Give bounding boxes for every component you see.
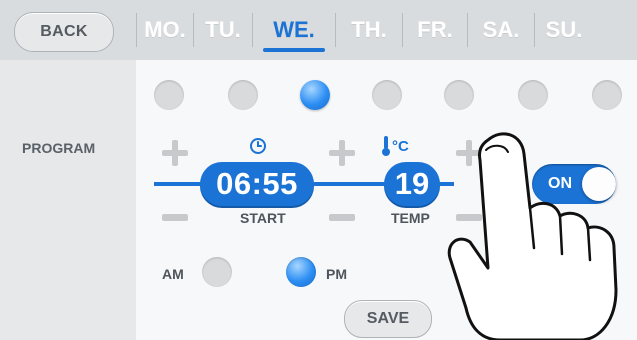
program-slot[interactable] — [228, 80, 258, 110]
program-slot[interactable] — [518, 80, 548, 110]
thermometer-icon — [382, 136, 390, 156]
program-slot[interactable] — [372, 80, 402, 110]
tab-su[interactable]: SU. — [535, 0, 593, 60]
start-hour-minus-button[interactable] — [162, 214, 188, 221]
start-minute-minus-button[interactable] — [329, 214, 355, 221]
temp-unit: °C — [392, 138, 409, 155]
temp-label: TEMP — [391, 210, 430, 226]
sidebar: PROGRAM — [0, 60, 136, 340]
start-hour-plus-button[interactable] — [162, 140, 188, 166]
tab-tu[interactable]: TU. — [194, 0, 252, 60]
pointing-hand-icon — [447, 132, 618, 340]
pm-label: PM — [326, 266, 347, 282]
program-slot[interactable] — [154, 80, 184, 110]
start-time-value[interactable]: 06:55 — [200, 162, 314, 206]
program-slot-selected[interactable] — [300, 80, 330, 110]
tab-sa[interactable]: SA. — [468, 0, 534, 60]
day-tabs: MO. TU. WE. TH. FR. SA. SU. — [136, 0, 637, 60]
save-button[interactable]: SAVE — [344, 300, 432, 338]
back-button[interactable]: BACK — [14, 12, 114, 52]
save-button-label: SAVE — [366, 310, 410, 327]
back-button-label: BACK — [40, 23, 88, 40]
tab-mo[interactable]: MO. — [137, 0, 193, 60]
start-label: START — [240, 210, 286, 226]
thermostat-schedule-screen: BACK MO. TU. WE. TH. FR. SA. SU. PROGRAM — [0, 0, 637, 340]
clock-icon — [250, 138, 266, 154]
tab-fr[interactable]: FR. — [403, 0, 467, 60]
top-bar: BACK MO. TU. WE. TH. FR. SA. SU. — [0, 0, 637, 60]
tab-we[interactable]: WE. — [253, 0, 335, 60]
temp-value[interactable]: 19 — [384, 162, 440, 206]
program-slot[interactable] — [444, 80, 474, 110]
program-label: PROGRAM — [22, 140, 96, 156]
am-radio[interactable] — [202, 257, 232, 287]
start-minute-plus-button[interactable] — [329, 140, 355, 166]
tab-th[interactable]: TH. — [336, 0, 402, 60]
program-slot[interactable] — [592, 80, 622, 110]
am-label: AM — [162, 266, 184, 282]
pm-radio[interactable] — [286, 257, 316, 287]
